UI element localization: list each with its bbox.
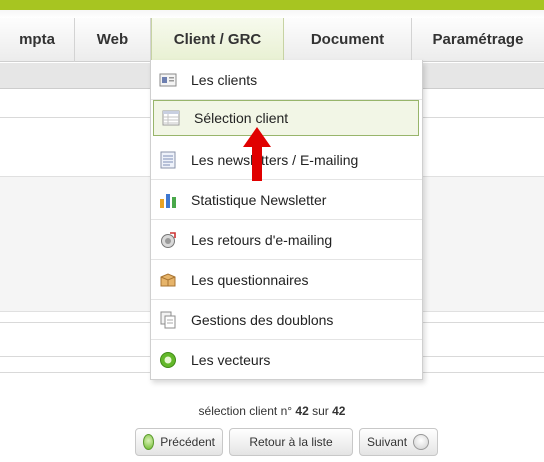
menu-item-label: Les questionnaires [191,271,309,288]
email-return-icon [159,231,177,249]
menu-item-retours-emailing[interactable]: Les retours d'e-mailing [151,220,422,260]
counter-prefix: sélection client n° [198,404,296,418]
bar-chart-icon [159,191,177,209]
menu-item-gestions-doublons[interactable]: Gestions des doublons [151,300,422,340]
menu-item-label: Les retours d'e-mailing [191,231,333,248]
tab-parametrage[interactable]: Paramétrage [412,18,544,62]
menu-item-les-clients[interactable]: Les clients [151,60,422,100]
next-button-label: Suivant [367,435,408,449]
client-grc-dropdown-menu: Les clients Sélection client Les newslet… [150,60,423,380]
tab-compta[interactable]: mpta [0,18,75,62]
menu-item-label: Les newsletters / E-mailing [191,151,359,168]
previous-button[interactable]: Précédent [135,428,223,456]
tab-web[interactable]: Web [75,18,151,62]
top-accent-bar [0,0,544,10]
menu-item-selection-client[interactable]: Sélection client [153,100,419,136]
tab-client-grc[interactable]: Client / GRC [151,18,284,62]
back-to-list-button[interactable]: Retour à la liste [229,428,353,456]
prev-circle-icon [143,434,155,450]
counter-middle: sur [308,404,333,418]
document-lines-icon [159,151,177,169]
box-icon [159,271,177,289]
red-arrow-pointer-icon [243,127,271,181]
menu-item-vecteurs[interactable]: Les vecteurs [151,340,422,380]
selection-counter: sélection client n° 42 sur 42 [0,404,544,418]
back-to-list-label: Retour à la liste [249,435,333,449]
menu-item-newsletters[interactable]: Les newsletters / E-mailing [151,140,422,180]
next-circle-icon [413,434,430,450]
client-card-icon [159,71,177,89]
top-shade [0,10,544,18]
counter-total: 42 [332,404,346,418]
menu-item-label: Gestions des doublons [191,311,334,328]
next-button[interactable]: Suivant [359,428,438,456]
previous-button-label: Précédent [160,435,215,449]
menu-item-label: Les clients [191,71,258,88]
main-nav: mpta Web Client / GRC Document Paramétra… [0,18,544,62]
table-grid-icon [162,109,180,127]
tab-document[interactable]: Document [284,18,412,62]
menu-item-questionnaires[interactable]: Les questionnaires [151,260,422,300]
menu-item-label: Statistique Newsletter [191,191,327,208]
menu-item-label: Sélection client [194,110,289,126]
counter-current: 42 [295,404,309,418]
menu-item-statistique-newsletter[interactable]: Statistique Newsletter [151,180,422,220]
green-circle-icon [159,351,177,369]
duplicate-pages-icon [159,311,177,329]
menu-item-label: Les vecteurs [191,352,271,368]
